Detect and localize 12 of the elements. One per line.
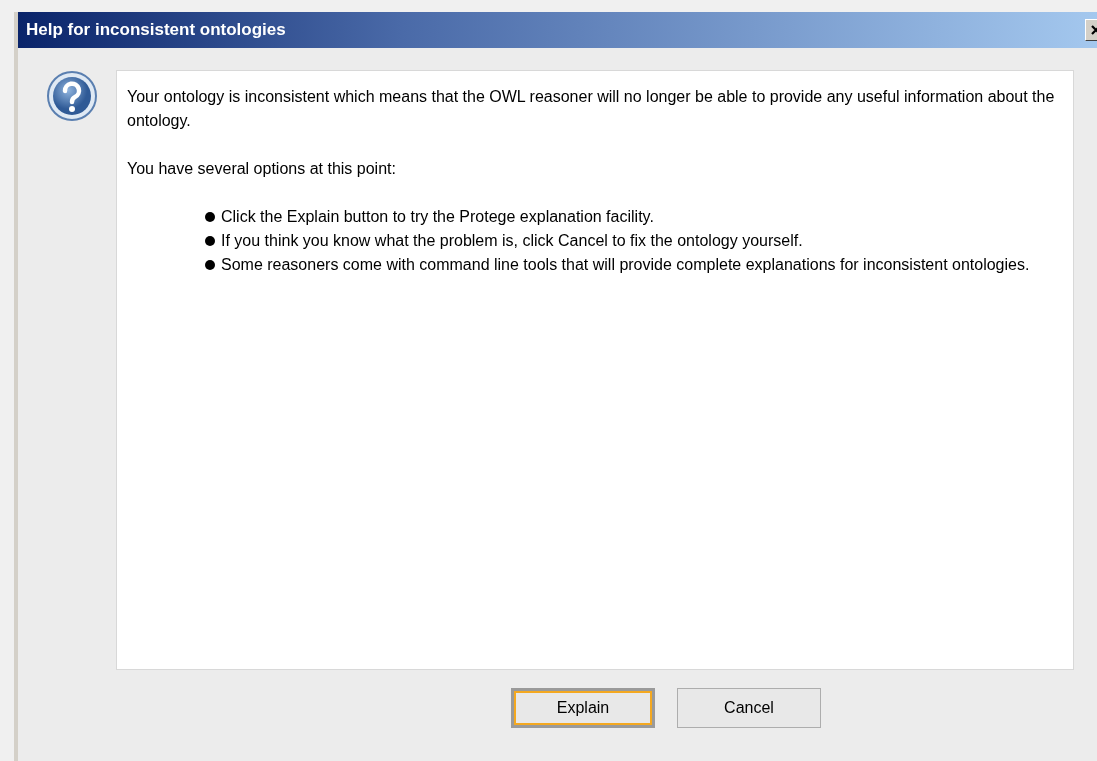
dialog-button[interactable]: Explain (511, 688, 655, 728)
bullet-icon (205, 212, 215, 222)
dialog-button[interactable]: Cancel (677, 688, 821, 728)
bullet-text: If you think you know what the problem is, click Cancel to fix the ontology yourself. (221, 231, 803, 251)
bullet-icon (205, 236, 215, 246)
message-text: You have several options at this point: (127, 159, 397, 179)
help-icon (46, 70, 98, 122)
window-title: Help for inconsistent ontologies (26, 20, 286, 40)
bullet-icon (205, 260, 215, 270)
message-text: Your ontology is inconsistent which means that the OWL reasoner will no longer be able to provide any useful information about the ontology. (127, 87, 1056, 131)
bullet-text: Some reasoners come with command line tools that will provide complete explanations for inconsistent ontologies. (221, 255, 1030, 275)
bullet-text: Click the Explain button to try the Protege explanation facility. (221, 207, 654, 227)
